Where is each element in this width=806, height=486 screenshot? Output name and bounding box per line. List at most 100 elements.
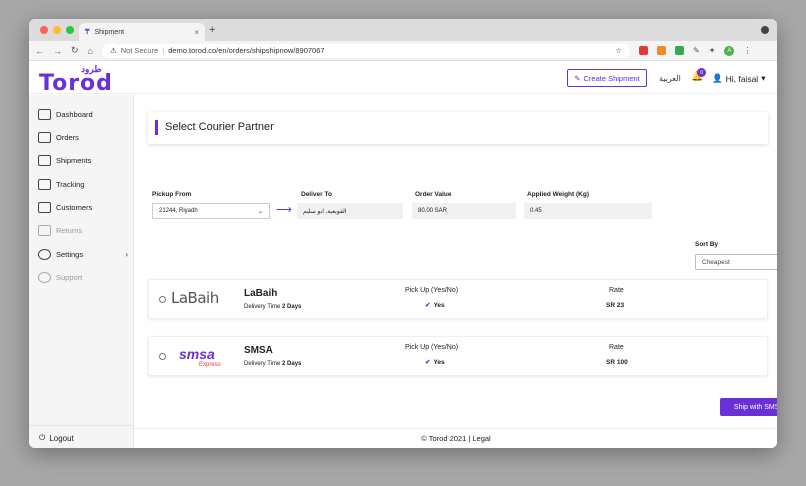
url-field[interactable]: ⚠ Not Secure | demo.torod.co/en/orders/s… [101,43,630,58]
sort-value: Cheapest [702,258,730,266]
courier-card-smsa[interactable]: smsa Express SMSA Delivery Time 2 Days P… [148,336,768,376]
torod-favicon-icon: ₸ [85,29,90,36]
sidebar-item-label: Orders [56,133,79,142]
sidebar-item-tracking[interactable]: Tracking [38,179,128,190]
back-icon[interactable]: ← [35,46,44,56]
caret-down-icon: ▾ [761,73,766,83]
dashboard-icon [38,109,51,120]
address-bar: ← → ↻ ⌂ ⚠ Not Secure | demo.torod.co/en/… [29,41,777,61]
courier-name: SMSA [244,345,273,356]
logout-label: Logout [49,433,74,443]
pickup-header: Pick Up (Yes/No) [405,287,459,294]
customers-icon [38,202,51,213]
pickup-value: 21244, Riyadh [159,208,198,214]
rate-value: SR 100 [606,359,628,366]
chevron-down-icon: ⌄ [257,208,263,215]
sidebar-item-label: Shipments [56,156,92,165]
tab-title: Shipment [94,28,125,36]
user-menu[interactable]: 👤 Hi, faisal ▾ [712,73,765,84]
pickup-select[interactable]: 21244, Riyadh ⌄ [152,203,270,219]
pickup-value: ✔ Yes [425,358,445,366]
minimize-window-button[interactable] [53,26,61,34]
notification-badge: 0 [697,68,706,77]
returns-icon [38,225,51,236]
smsa-logo: smsa Express [171,346,231,370]
pickup-label: Pickup From [152,191,192,198]
rate-header: Rate [609,287,624,294]
sidebar-item-dashboard[interactable]: Dashboard [38,109,128,120]
gear-icon [38,249,51,260]
pickup-value: ✔ Yes [425,301,445,309]
courier-radio[interactable] [159,353,166,360]
bookmark-star-icon[interactable]: ☆ [615,46,622,55]
edit-icon: ✎ [574,73,581,83]
logout-button[interactable]: ⏻ Logout [39,433,74,443]
courier-radio[interactable] [159,296,166,303]
extension-red-icon[interactable] [638,46,648,55]
sidebar-item-customers[interactable]: Customers [38,202,128,213]
delivery-prefix: Delivery Time [244,304,281,310]
browser-window: ₸ Shipment × + ← → ↻ ⌂ ⚠ Not Secure | de… [29,19,777,448]
sort-select[interactable]: Cheapest ⌄ [695,254,777,270]
tracking-icon [38,179,51,190]
language-switch[interactable]: العربية [659,74,681,83]
courier-name: LaBaih [244,288,278,299]
browser-menu-icon[interactable]: ⋮ [743,46,751,55]
sidebar-item-returns[interactable]: Returns [38,225,128,236]
extensions-puzzle-icon[interactable]: ✦ [709,46,716,55]
ship-button[interactable]: Ship with SMSA [720,398,777,416]
footer-text[interactable]: © Torod 2021 | Legal [421,434,490,443]
truck-icon [38,155,51,166]
sidebar-item-shipments[interactable]: Shipments [38,155,128,166]
new-tab-button[interactable]: + [209,24,215,36]
order-value: 80.00 SAR [418,208,448,214]
delivery-time-value: 2 Days [282,304,302,310]
url-divider: | [162,46,165,55]
record-icon[interactable] [761,26,769,34]
close-window-button[interactable] [40,26,48,34]
sidebar-item-support[interactable]: Support [38,272,128,283]
create-shipment-button[interactable]: ✎ Create Shipment [567,69,647,87]
tab-close-icon[interactable]: × [194,28,199,37]
maximize-window-button[interactable] [66,26,74,34]
rate-header: Rate [609,344,624,351]
browser-tab[interactable]: ₸ Shipment × [79,23,205,41]
reload-icon[interactable]: ↻ [71,45,79,56]
extension-drive-icon[interactable] [674,46,684,55]
sidebar-item-label: Tracking [56,180,85,189]
tab-bar: ₸ Shipment × + [29,19,777,41]
user-greeting: Hi, faisal [725,73,759,84]
extension-orange-icon[interactable] [656,46,666,55]
forward-icon[interactable]: → [53,46,62,56]
security-label: Not Secure [120,46,159,55]
orders-icon [38,132,51,143]
delivery-time: Delivery Time 2 Days [244,304,301,310]
sidebar-item-label: Returns [56,226,83,235]
sidebar: Dashboard Orders Shipments Tracking Cust… [29,95,134,448]
delivery-time-value: 2 Days [282,361,302,367]
extension-pen-icon[interactable]: ✎ [693,46,700,55]
weight-field: 0.45 [524,203,652,219]
sidebar-divider [29,425,134,426]
create-shipment-label: Create Shipment [583,73,640,83]
deliver-field: القويعية, ابو سليم [297,203,403,219]
home-icon[interactable]: ⌂ [88,46,93,56]
weight-label: Applied Weight (Kg) [527,191,589,198]
smsa-logo-sub: Express [199,362,221,368]
sidebar-item-orders[interactable]: Orders [38,132,128,143]
order-value-field: 80.00 SAR [412,203,516,219]
deliver-value: القويعية, ابو سليم [303,208,347,215]
sidebar-item-label: Support [56,273,83,282]
title-accent-bar [155,120,158,135]
page-title-card: Select Courier Partner [148,112,768,144]
logo-english: Torod [39,71,113,96]
sidebar-item-label: Settings [56,250,84,259]
main-content: Select Courier Partner Pickup From 21244… [135,95,777,448]
sidebar-item-settings[interactable]: Settings › [38,249,128,260]
pickup-answer: Yes [433,359,445,366]
footer: © Torod 2021 | Legal [135,428,777,448]
labaih-logo: LaBaih [171,289,231,313]
courier-card-labaih[interactable]: LaBaih LaBaih Delivery Time 2 Days Pick … [148,279,768,319]
profile-avatar[interactable]: A [724,45,735,56]
smsa-logo-text: smsa [179,346,215,362]
